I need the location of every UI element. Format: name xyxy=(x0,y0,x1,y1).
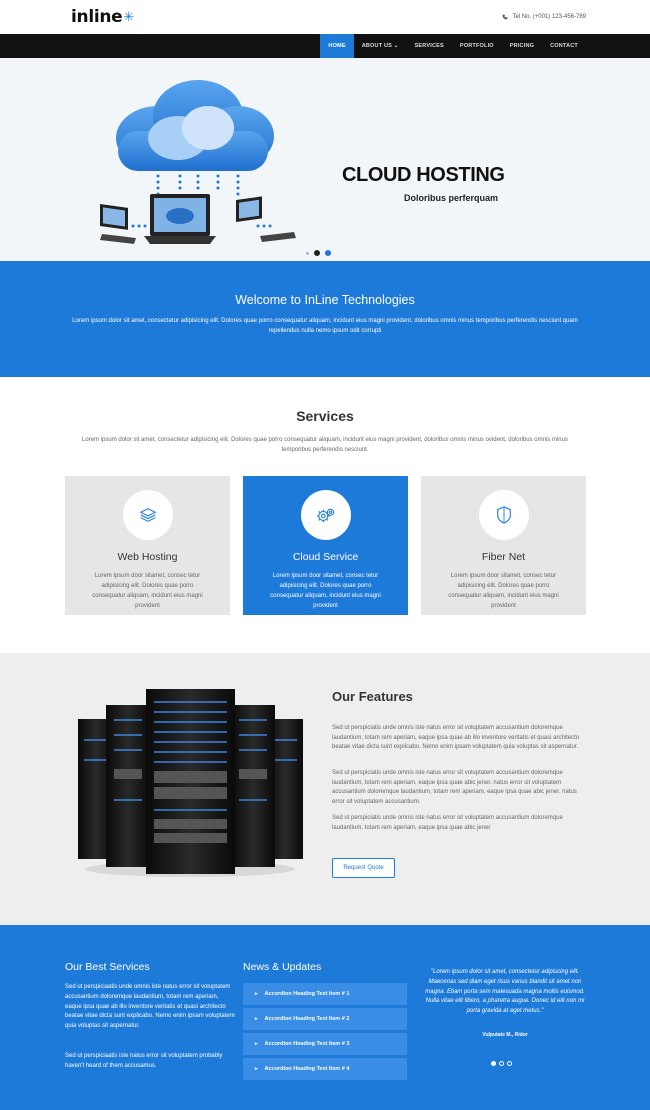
nav-about[interactable]: ABOUT US ⌄ xyxy=(354,34,407,58)
accordion-item-4[interactable]: ▸ Accordion Heading Text Item # 4 xyxy=(243,1058,407,1080)
nav-services[interactable]: SERVICES xyxy=(407,34,452,58)
card-title: Cloud Service xyxy=(292,551,359,563)
card-text: Lorem ipsum door sitamet, consec tetur a… xyxy=(270,573,381,609)
card-title: Web Hosting xyxy=(117,551,178,563)
main-nav: HOME ABOUT US ⌄ SERVICES PORTFOLIO PRICI… xyxy=(0,34,650,58)
server-rack-image xyxy=(78,689,303,877)
news-title: News & Updates xyxy=(243,961,322,973)
testimonial-dot-2[interactable] xyxy=(499,1061,504,1066)
nav-home[interactable]: HOME xyxy=(320,34,354,58)
service-card-web-hosting[interactable]: Web Hosting Lorem ipsum door sitamet, co… xyxy=(65,476,230,615)
slider-pagination xyxy=(306,250,331,256)
hero-slider: CLOUD HOSTING Doloribus perferquam xyxy=(0,58,650,261)
accordion-item-1[interactable]: ▸ Accordion Heading Text Item # 1 xyxy=(243,983,407,1005)
service-cards: Web Hosting Lorem ipsum door sitamet, co… xyxy=(65,476,586,615)
accordion-label: Accordion Heading Text Item # 4 xyxy=(264,1066,350,1072)
features-paragraph-2: Sed ut perspiciatis unde omnis iste natu… xyxy=(332,770,577,805)
fiber-net-icon-circle xyxy=(478,490,529,540)
testimonial-dot-3[interactable] xyxy=(507,1061,512,1066)
card-title: Fiber Net xyxy=(481,551,526,563)
phone-text: Tel No. (+001) 123-456-789 xyxy=(512,14,586,20)
accordion-item-2[interactable]: ▸ Accordion Heading Text Item # 2 xyxy=(243,1008,407,1030)
welcome-section: Welcome to InLine Technologies Lorem ips… xyxy=(0,261,650,377)
features-paragraph-1: Sed ut perspiciatis unde omnis iste natu… xyxy=(332,725,580,751)
welcome-title: Welcome to InLine Technologies xyxy=(235,293,415,307)
service-card-cloud-service[interactable]: Cloud Service Lorem ipsum door sitamet, … xyxy=(243,476,408,615)
testimonial-pagination xyxy=(491,1061,512,1066)
best-services-title: Our Best Services xyxy=(65,961,150,973)
card-text: Lorem ipsum door sitamet, consec tetur a… xyxy=(448,573,559,609)
shield-icon xyxy=(496,506,511,524)
best-services-text-1: Sed ut perspiciaatis unde omnis iste nat… xyxy=(65,984,235,1030)
cloud-service-icon-circle xyxy=(300,490,351,540)
logo-star-icon: ✳ xyxy=(123,9,135,25)
testimonial-dot-1[interactable] xyxy=(491,1061,496,1066)
features-section: Our Features Sed ut perspiciatis unde om… xyxy=(0,653,650,925)
gears-icon xyxy=(316,508,334,523)
phone-icon xyxy=(503,14,508,20)
card-text: Lorem ipsum door sitamet, consec tetur a… xyxy=(92,573,203,609)
welcome-text: Lorem ipsum dolor sit amet, consectetur … xyxy=(72,318,578,334)
accordion-label: Accordion Heading Text Item # 1 xyxy=(264,991,350,997)
chevron-right-icon: ▸ xyxy=(255,991,258,997)
slider-dot-2[interactable] xyxy=(314,250,320,256)
testimonial-quote: "Lorem ipsum dolor sit amet, consectetur… xyxy=(425,969,585,1015)
features-title: Our Features xyxy=(332,689,413,704)
hero-subtitle: Doloribus perferquam xyxy=(404,193,499,203)
top-bar: inline ✳ Tel No. (+001) 123-456-789 xyxy=(0,0,650,34)
best-services-text-2: Sed ut perspiciaatis iste natus error si… xyxy=(65,1053,223,1069)
nav-portfolio[interactable]: PORTFOLIO xyxy=(452,34,502,58)
services-title: Services xyxy=(296,408,354,424)
phone-info: Tel No. (+001) 123-456-789 xyxy=(502,14,586,20)
footer-section: Our Best Services Sed ut perspiciaatis u… xyxy=(0,925,650,1110)
accordion-label: Accordion Heading Text Item # 2 xyxy=(264,1016,350,1022)
features-paragraph-3: Sed ut perspiciatis unde omnis iste natu… xyxy=(332,815,563,831)
hero-title: CLOUD HOSTING xyxy=(342,164,505,186)
slider-dot-1[interactable] xyxy=(306,251,309,255)
logo[interactable]: inline ✳ xyxy=(71,7,134,27)
logo-text: inline xyxy=(71,7,123,27)
accordion-item-3[interactable]: ▸ Accordion Heading Text Item # 3 xyxy=(243,1033,407,1055)
layers-icon xyxy=(139,508,156,522)
testimonial-author: Vulputate M., Ridor xyxy=(482,1032,528,1038)
chevron-right-icon: ▸ xyxy=(255,1041,258,1047)
services-section: Services Lorem ipsum dolor sit amet, con… xyxy=(0,377,650,653)
slider-dot-3[interactable] xyxy=(325,250,331,256)
chevron-right-icon: ▸ xyxy=(255,1066,258,1072)
chevron-right-icon: ▸ xyxy=(255,1016,258,1022)
services-intro: Lorem ipsum dolor sit amet, consectetur … xyxy=(82,437,568,453)
request-quote-button[interactable]: Request Quote xyxy=(332,858,395,878)
service-card-fiber-net[interactable]: Fiber Net Lorem ipsum door sitamet, cons… xyxy=(421,476,586,615)
nav-contact[interactable]: CONTACT xyxy=(542,34,586,58)
nav-pricing[interactable]: PRICING xyxy=(502,34,542,58)
cloud-hosting-illustration xyxy=(100,80,296,244)
web-hosting-icon-circle xyxy=(122,490,173,540)
accordion-label: Accordion Heading Text Item # 3 xyxy=(264,1041,350,1047)
